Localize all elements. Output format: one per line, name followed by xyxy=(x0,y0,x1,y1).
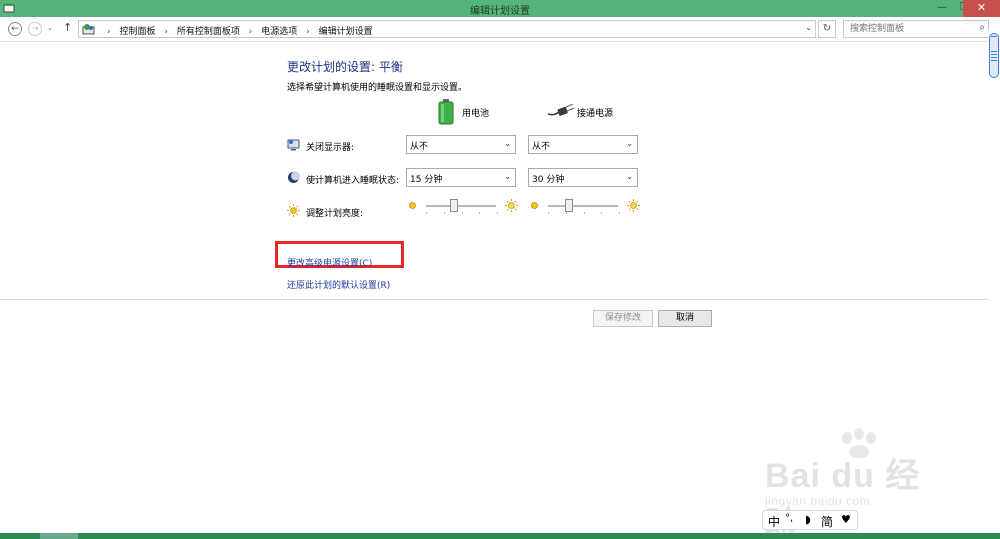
dim-brightness-icon xyxy=(409,202,416,209)
slider-ticks xyxy=(548,212,620,214)
cancel-button[interactable]: 取消 xyxy=(658,310,712,327)
search-box[interactable]: ⌕ xyxy=(843,20,989,38)
slider-track[interactable] xyxy=(426,205,496,207)
breadcrumb-separator-icon[interactable]: › xyxy=(306,27,310,37)
ime-script-toggle[interactable]: 简 xyxy=(821,513,833,530)
page-description: 选择希望计算机使用的睡眠设置和显示设置。 xyxy=(287,83,468,93)
address-box[interactable]: › 控制面板 › 所有控制面板项 › 电源选项 › 编辑计划设置 ⌄ xyxy=(78,20,816,38)
sleep-battery-value: 15 分钟 xyxy=(410,175,443,185)
search-input[interactable] xyxy=(844,21,964,37)
display-off-battery-select[interactable]: 从不 ⌄ xyxy=(406,135,516,154)
display-icon xyxy=(287,139,300,151)
title-bar: 编辑计划设置 — ❐ ✕ xyxy=(0,0,1000,17)
sleep-moon-icon xyxy=(288,171,300,183)
display-off-plugged-value: 从不 xyxy=(532,142,551,152)
search-icon[interactable]: ⌕ xyxy=(979,22,985,33)
ime-punctuation-toggle[interactable]: °, xyxy=(785,513,793,524)
battery-icon xyxy=(438,99,454,125)
restore-defaults-link[interactable]: 还原此计划的默认设置(R) xyxy=(287,278,390,291)
ime-skin-heart-icon[interactable]: ♥ xyxy=(841,513,851,526)
control-panel-icon xyxy=(82,24,95,35)
power-plug-icon xyxy=(548,104,574,116)
bright-brightness-icon xyxy=(505,199,518,212)
divider xyxy=(0,299,988,300)
breadcrumb-all-items[interactable]: 所有控制面板项 xyxy=(177,27,240,37)
back-button[interactable]: ← xyxy=(8,22,22,36)
sleep-plugged-value: 30 分钟 xyxy=(532,175,565,185)
brightness-label: 调整计划亮度: xyxy=(306,209,364,219)
forward-button[interactable]: → xyxy=(28,22,42,36)
scrollbar-thumb[interactable] xyxy=(989,33,999,78)
column-header-battery: 用电池 xyxy=(462,109,490,119)
breadcrumb-control-panel[interactable]: 控制面板 xyxy=(119,27,155,37)
taskbar xyxy=(0,533,1000,539)
up-button[interactable]: ↑ xyxy=(63,21,72,34)
slider-ticks xyxy=(426,212,498,214)
sleep-plugged-select[interactable]: 30 分钟 ⌄ xyxy=(528,168,638,187)
refresh-button[interactable]: ↻ xyxy=(818,20,836,38)
chevron-down-icon: ⌄ xyxy=(626,139,633,148)
address-dropdown-icon[interactable]: ⌄ xyxy=(805,23,812,32)
breadcrumb-separator-icon[interactable]: › xyxy=(249,27,253,37)
chevron-down-icon: ⌄ xyxy=(504,139,511,148)
chevron-down-icon: ⌄ xyxy=(504,172,511,181)
slider-thumb[interactable] xyxy=(450,199,458,212)
close-button[interactable]: ✕ xyxy=(963,0,1000,17)
breadcrumb-edit-plan[interactable]: 编辑计划设置 xyxy=(319,27,373,37)
recent-pages-chevron-icon[interactable]: ⌄ xyxy=(47,24,53,32)
ime-width-moon-icon[interactable]: ◗ xyxy=(805,513,811,526)
breadcrumb-separator-icon: › xyxy=(107,27,111,37)
breadcrumb: › 控制面板 › 所有控制面板项 › 电源选项 › 编辑计划设置 xyxy=(101,24,373,37)
brightness-sun-icon xyxy=(287,204,300,217)
sleep-label: 使计算机进入睡眠状态: xyxy=(306,176,400,186)
bright-brightness-icon xyxy=(627,199,640,212)
save-changes-button[interactable]: 保存修改 xyxy=(593,310,653,327)
taskbar-active-item[interactable] xyxy=(40,533,78,539)
display-off-battery-value: 从不 xyxy=(410,142,429,152)
brightness-battery-slider[interactable] xyxy=(408,199,518,215)
address-bar: ← → ⌄ ↑ › 控制面板 › 所有控制面板项 › 电源选项 › 编辑计划设置… xyxy=(0,17,1000,42)
vertical-scrollbar[interactable] xyxy=(988,30,1000,530)
display-off-plugged-select[interactable]: 从不 ⌄ xyxy=(528,135,638,154)
window-title: 编辑计划设置 xyxy=(470,6,530,17)
column-header-plugged-in: 接通电源 xyxy=(577,109,614,119)
brightness-plugged-slider[interactable] xyxy=(530,199,640,215)
breadcrumb-separator-icon[interactable]: › xyxy=(164,27,168,37)
dim-brightness-icon xyxy=(531,202,538,209)
watermark-url: jingyan.baidu.com xyxy=(765,494,871,508)
sleep-battery-select[interactable]: 15 分钟 ⌄ xyxy=(406,168,516,187)
breadcrumb-power-options[interactable]: 电源选项 xyxy=(261,27,297,37)
slider-thumb[interactable] xyxy=(565,199,573,212)
ime-toolbar[interactable]: 中 °, ◗ 简 ♥ xyxy=(762,510,858,530)
chevron-down-icon: ⌄ xyxy=(626,172,633,181)
display-off-label: 关闭显示器: xyxy=(306,143,355,153)
slider-track[interactable] xyxy=(548,205,618,207)
advanced-power-settings-link[interactable]: 更改高级电源设置(C) xyxy=(287,256,372,269)
ime-mode-toggle[interactable]: 中 xyxy=(768,513,780,530)
page-title: 更改计划的设置: 平衡 xyxy=(287,60,403,74)
baidu-watermark: Bai du 经验 jingyan.baidu.com xyxy=(765,428,955,539)
minimize-button[interactable]: — xyxy=(931,0,953,17)
